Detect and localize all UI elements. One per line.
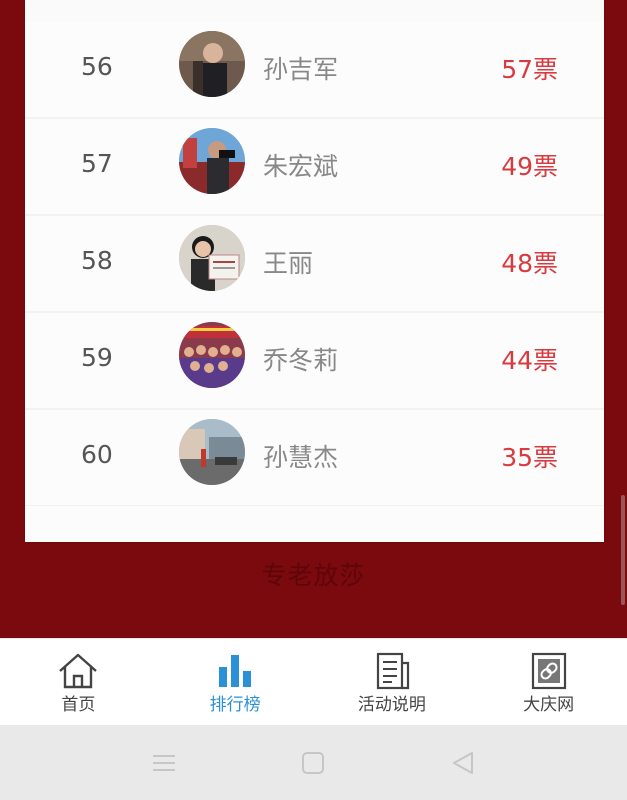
contestant-avatar[interactable] — [179, 31, 245, 97]
tab-daqing-net[interactable]: 大庆网 — [470, 639, 627, 726]
tab-activity-info[interactable]: 活动说明 — [314, 639, 471, 726]
ranking-card: 56 孙吉军 57票 57 朱宏斌 49票 58 王丽 48票 59 乔冬莉 4… — [25, 0, 604, 542]
ranking-list: 56 孙吉军 57票 57 朱宏斌 49票 58 王丽 48票 59 乔冬莉 4… — [25, 22, 604, 507]
document-icon — [376, 652, 409, 690]
contestant-name: 王丽 — [263, 249, 314, 278]
system-navigation-bar — [0, 725, 627, 800]
home-icon — [59, 653, 98, 689]
ranking-row[interactable]: 57 朱宏斌 49票 — [25, 119, 604, 216]
contestant-avatar[interactable] — [179, 128, 245, 194]
ranking-row[interactable]: 60 孙慧杰 35票 — [25, 410, 604, 507]
contestant-avatar[interactable] — [179, 225, 245, 291]
contestant-name: 乔冬莉 — [263, 346, 339, 375]
contestant-avatar[interactable] — [179, 419, 245, 485]
vote-count: 57票 — [501, 55, 558, 84]
tab-home[interactable]: 首页 — [0, 639, 157, 726]
rank-number: 57 — [81, 149, 113, 178]
tab-label: 大庆网 — [523, 695, 575, 715]
ranking-row[interactable]: 56 孙吉军 57票 — [25, 22, 604, 119]
previous-row-edge — [25, 0, 604, 23]
footer-link[interactable]: 专老放莎 — [0, 556, 627, 592]
vote-count: 35票 — [501, 443, 558, 472]
home-square-icon[interactable] — [298, 749, 328, 777]
rank-number: 58 — [81, 246, 113, 275]
bar-chart-icon — [219, 655, 252, 687]
tab-ranking[interactable]: 排行榜 — [157, 639, 314, 726]
menu-icon[interactable] — [149, 749, 179, 777]
contestant-name: 孙慧杰 — [263, 443, 339, 472]
ranking-row[interactable]: 59 乔冬莉 44票 — [25, 313, 604, 410]
scrollbar[interactable] — [621, 495, 625, 605]
tab-label: 排行榜 — [209, 695, 261, 715]
list-bottom-padding — [25, 506, 604, 542]
rank-number: 60 — [81, 440, 113, 469]
contestant-name: 朱宏斌 — [263, 152, 339, 181]
tab-label: 首页 — [61, 695, 96, 715]
rank-number: 59 — [81, 343, 113, 372]
contestant-avatar[interactable] — [179, 322, 245, 388]
vote-count: 48票 — [501, 249, 558, 278]
app-root: 56 孙吉军 57票 57 朱宏斌 49票 58 王丽 48票 59 乔冬莉 4… — [0, 0, 627, 800]
vote-count: 44票 — [501, 346, 558, 375]
vote-count: 49票 — [501, 152, 558, 181]
rank-number: 56 — [81, 52, 113, 81]
ranking-row[interactable]: 58 王丽 48票 — [25, 216, 604, 313]
bottom-tab-bar: 首页 排行榜 活动说明 大庆网 — [0, 638, 627, 726]
contestant-name: 孙吉军 — [263, 55, 339, 84]
tab-label: 活动说明 — [357, 695, 426, 715]
back-triangle-icon[interactable] — [448, 749, 478, 777]
link-icon — [531, 652, 566, 690]
